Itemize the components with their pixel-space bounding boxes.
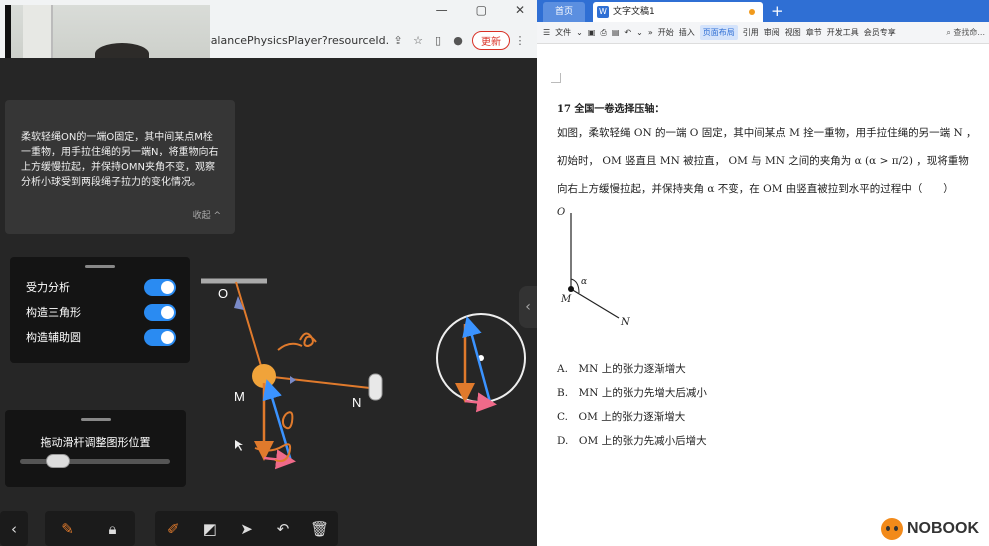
new-tab-button[interactable]: + xyxy=(771,2,784,22)
simulation-pane: — ▢ ✕ /balancePhysicsPlayer?resourceId..… xyxy=(0,0,537,546)
ribbon-menu: ☰ 文件 ⌄ ▣ ⎙ ▤ ↶ ⌄ » 开始 插入 页面布局 引用 审阅 视图 章… xyxy=(537,22,989,44)
print-icon[interactable]: ⎙ xyxy=(600,28,606,38)
ribbon-reference[interactable]: 引用 xyxy=(743,27,759,38)
url-text[interactable]: /balancePhysicsPlayer?resourceId... xyxy=(200,34,388,47)
profile-icon[interactable]: ● xyxy=(448,34,468,47)
find-command-label: 查找命... xyxy=(953,28,985,37)
ribbon-review[interactable]: 审阅 xyxy=(764,27,780,38)
maximize-button[interactable]: ▢ xyxy=(476,3,487,17)
option-d: D. OM 上的张力先减小后增大 xyxy=(557,435,707,447)
trash-icon[interactable]: 🗑︎ xyxy=(305,514,335,544)
redo-chevron-icon[interactable]: ⌄ xyxy=(636,28,643,37)
ribbon-menu-icon[interactable]: ☰ xyxy=(543,28,550,37)
ribbon-page-layout[interactable]: 页面布局 xyxy=(699,25,738,40)
drawing-tools-group: ✐ ◩ ➤ ↶ 🗑︎ xyxy=(155,511,338,546)
wps-writer-icon: W xyxy=(597,6,609,18)
share-icon[interactable]: ⇪ xyxy=(388,34,408,47)
brush-icon[interactable]: ✐ xyxy=(158,514,188,544)
address-bar[interactable]: /balancePhysicsPlayer?resourceId... ⇪ ☆ … xyxy=(200,28,530,52)
menu-icon[interactable]: ⋮ xyxy=(510,34,530,47)
option-b: B. MN 上的张力先增大后减小 xyxy=(557,387,707,399)
pen-lock-group: ✎ 🔒︎ xyxy=(45,511,135,546)
nobook-brand: NOBOOK xyxy=(907,520,979,537)
question-line-3: 向右上方缓慢拉起，并保持夹角 α 不变，在 OM 由竖直被拉到水平的过程中（ ） xyxy=(557,183,954,195)
ribbon-start[interactable]: 开始 xyxy=(658,27,674,38)
document-pane: 首页 W 文字文稿1 + ☰ 文件 ⌄ ▣ ⎙ ▤ ↶ ⌄ » 开始 插入 页面… xyxy=(537,0,989,546)
point-n-label: N xyxy=(352,395,362,410)
save-icon[interactable]: ▣ xyxy=(588,28,596,37)
document-page[interactable]: 17 全国一卷选择压轴： 如图，柔软轻绳 ON 的一端 O 固定，其中间某点 M… xyxy=(537,45,989,546)
pointer-icon[interactable]: ➤ xyxy=(231,514,261,544)
question-line-2: 初始时， OM 竖直且 MN 被拉直， OM 与 MN 之间的夹角为 α (α … xyxy=(557,155,969,167)
point-o-label: O xyxy=(218,286,229,301)
alpha-handwritten xyxy=(299,332,317,348)
theta-handwritten xyxy=(281,411,294,430)
back-icon[interactable]: ‹ xyxy=(0,514,28,544)
ribbon-dev-tools[interactable]: 开发工具 xyxy=(827,27,859,38)
aux-tension-om-vector xyxy=(462,316,492,403)
option-a: A. MN 上的张力逐渐增大 xyxy=(557,363,686,375)
ribbon-view[interactable]: 视图 xyxy=(785,27,801,38)
page-corner-marker xyxy=(551,73,561,83)
figure-label-o: O xyxy=(557,207,565,218)
back-group: ‹ xyxy=(0,511,28,546)
minimize-button[interactable]: — xyxy=(436,3,448,17)
rope-direction-arrow xyxy=(290,376,296,384)
nobook-watermark: NOBOOK xyxy=(881,518,979,540)
point-m-label: M xyxy=(234,389,245,404)
figure-mass-dot xyxy=(568,286,574,292)
eraser-icon[interactable]: ◩ xyxy=(195,514,225,544)
question-figure: O α M N xyxy=(557,207,631,328)
update-button[interactable]: 更新 xyxy=(472,30,510,50)
cursor-icon xyxy=(235,440,243,451)
ribbon-member[interactable]: 会员专享 xyxy=(864,27,896,38)
window-controls: — ▢ ✕ xyxy=(436,0,525,20)
figure-mn-line xyxy=(570,288,620,319)
question-line-1: 如图，柔软轻绳 ON 的一端 O 固定，其中间某点 M 拴一重物，用手拉住绳的另… xyxy=(557,127,977,139)
close-button[interactable]: ✕ xyxy=(515,3,525,17)
bottom-toolbar: ‹ ✎ 🔒︎ ✐ ◩ ➤ ↶ 🗑︎ xyxy=(0,511,537,546)
figure-label-n: N xyxy=(620,317,631,328)
undo-icon[interactable]: ↶ xyxy=(268,514,298,544)
tab-home[interactable]: 首页 xyxy=(543,2,585,22)
figure-label-m: M xyxy=(560,294,572,305)
angle-arc xyxy=(277,342,303,351)
find-command[interactable]: ⌕ 查找命... xyxy=(946,27,985,38)
tab-document-label: 文字文稿1 xyxy=(613,7,655,17)
sidebar-icon[interactable]: ▯ xyxy=(428,34,448,47)
figure-label-alpha: α xyxy=(581,277,587,287)
tab-document[interactable]: W 文字文稿1 xyxy=(593,2,763,22)
ribbon-file[interactable]: 文件 xyxy=(555,27,571,38)
pen-icon[interactable]: ✎ xyxy=(53,514,83,544)
undo-doc-icon[interactable]: ↶ xyxy=(624,28,631,37)
ribbon-chapter[interactable]: 章节 xyxy=(806,27,822,38)
ribbon-file-chevron-icon[interactable]: ⌄ xyxy=(576,28,583,37)
rope-om xyxy=(235,281,265,377)
export-icon[interactable]: ▤ xyxy=(612,28,620,37)
physics-diagram[interactable] xyxy=(0,58,537,511)
collapse-side-arrow-icon[interactable]: ‹ xyxy=(519,286,537,328)
n-handle[interactable] xyxy=(368,373,383,401)
bookmark-star-icon[interactable]: ☆ xyxy=(408,34,428,47)
document-tabbar: 首页 W 文字文稿1 + xyxy=(537,0,989,22)
nobook-logo-icon xyxy=(881,518,903,540)
unsaved-dot-icon xyxy=(749,9,755,15)
option-c: C. OM 上的张力逐渐增大 xyxy=(557,411,686,423)
question-title: 17 全国一卷选择压轴： xyxy=(557,104,665,115)
simulation-canvas[interactable]: 柔软轻绳ON的一端O固定，其中间某点M栓一重物，用手拉住绳的另一端N，将重物向右… xyxy=(0,58,537,546)
more-icon[interactable]: » xyxy=(648,28,653,37)
ribbon-insert[interactable]: 插入 xyxy=(679,27,695,38)
lock-icon[interactable]: 🔒︎ xyxy=(98,514,128,544)
rope-mn xyxy=(263,375,371,389)
